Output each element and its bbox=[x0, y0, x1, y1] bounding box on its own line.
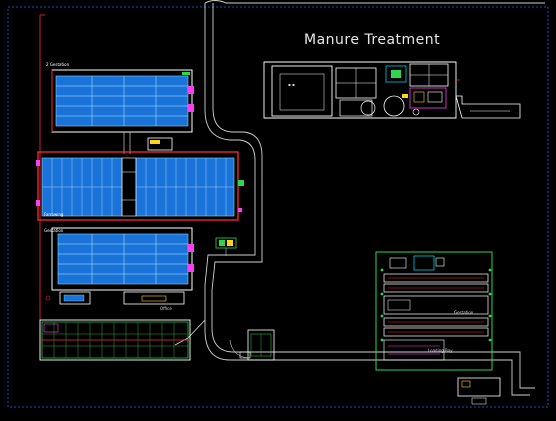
barn-middle: Farrowing bbox=[36, 151, 244, 221]
equipment-box bbox=[215, 237, 237, 256]
manure-treatment-area: ▪ ▪ bbox=[263, 61, 521, 119]
manure-treatment-title: Manure Treatment bbox=[304, 32, 440, 48]
connector-building bbox=[123, 132, 173, 154]
barn-middle-label: Farrowing bbox=[44, 212, 64, 217]
cad-site-plan: 2 Gestation Farrowing Gestation Office M… bbox=[0, 0, 556, 416]
tank-marker: ▪ ▪ bbox=[288, 82, 295, 87]
barn-top: 2 Gestation bbox=[46, 62, 194, 133]
barn-top-label: 2 Gestation bbox=[46, 62, 70, 67]
utility-units: Office bbox=[45, 291, 185, 311]
bottom-right-building bbox=[457, 377, 501, 405]
site-plan-svg: 2 Gestation Farrowing Gestation Office M… bbox=[7, 0, 549, 408]
barn-lower-label: Gestation bbox=[44, 228, 64, 233]
office-label: Office bbox=[160, 306, 172, 311]
barn-bottom bbox=[39, 319, 191, 361]
right-building-label: Gestation bbox=[454, 310, 474, 315]
barn-lower: Gestation bbox=[44, 227, 194, 291]
small-building-bottom bbox=[229, 329, 275, 361]
right-lower-label: Loading Bay bbox=[428, 348, 453, 353]
